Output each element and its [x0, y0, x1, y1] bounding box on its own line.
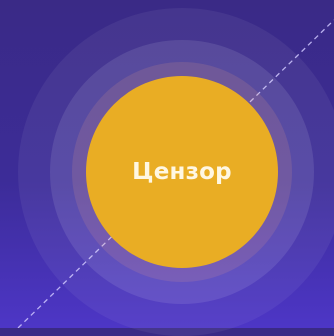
bubble-label: Цензор [132, 159, 232, 185]
scene: Цензор [0, 0, 334, 336]
censor-bubble[interactable]: Цензор [86, 76, 278, 268]
